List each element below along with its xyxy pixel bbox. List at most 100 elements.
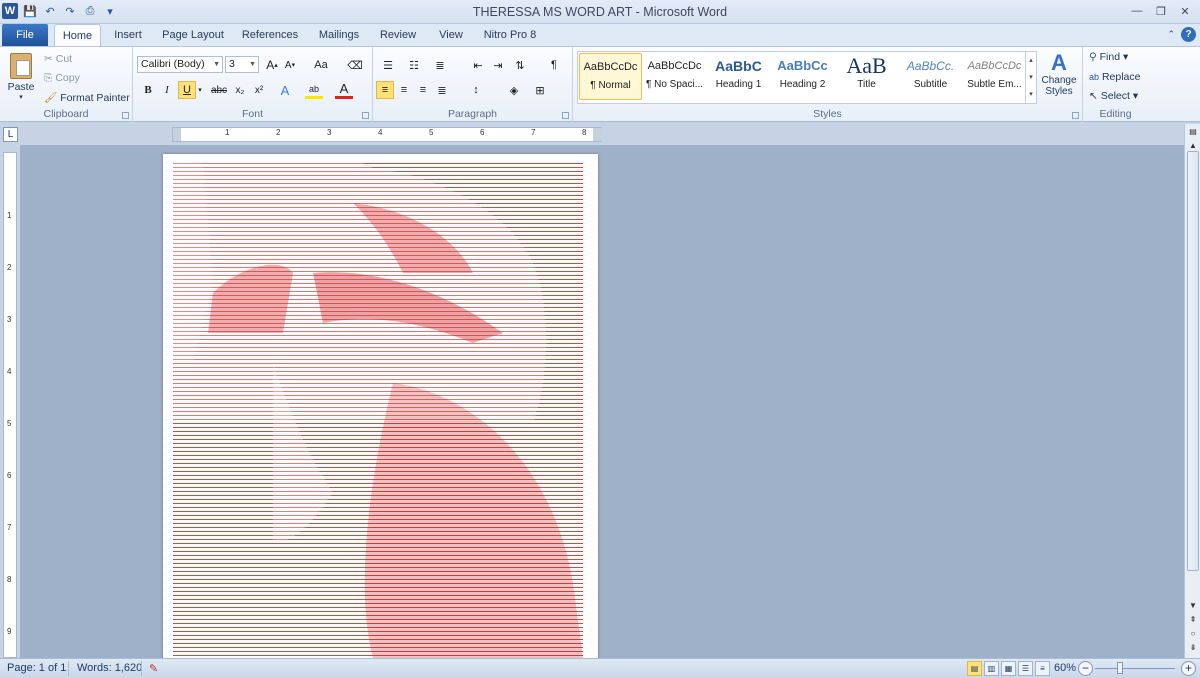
copy-button[interactable]: ⎘ Copy	[44, 72, 80, 85]
replace-button[interactable]: ab Replace	[1089, 71, 1140, 83]
font-size-value: 3	[229, 58, 235, 70]
line-spacing-icon[interactable]: ↕	[467, 81, 485, 99]
style-name: Subtitle	[913, 79, 948, 90]
proofing-icon[interactable]: ✎	[149, 662, 158, 675]
zoom-level[interactable]: 60%	[1054, 662, 1076, 674]
full-screen-reading-icon[interactable]: ▥	[984, 661, 999, 676]
show-marks-button[interactable]: ¶	[545, 56, 563, 74]
style-name: ¶ Normal	[590, 80, 631, 91]
print-layout-icon[interactable]: ▤	[967, 661, 982, 676]
restore-icon[interactable]: ❐	[1150, 3, 1172, 19]
window-controls: — ❐ ✕	[1126, 3, 1196, 19]
font-size-select[interactable]: 3 ▼	[225, 56, 259, 73]
styles-launcher-icon[interactable]	[1072, 112, 1079, 119]
underline-dropdown-icon[interactable]: ▾	[196, 81, 204, 99]
bold-button[interactable]: B	[139, 81, 157, 99]
tab-selector[interactable]: L	[3, 127, 18, 142]
web-layout-icon[interactable]: ▦	[1001, 661, 1016, 676]
tab-nitro-pro[interactable]: Nitro Pro 8	[480, 24, 540, 46]
grow-font-button[interactable]: A ▴	[263, 56, 281, 74]
format-painter-button[interactable]: 🖌 Format Painter	[44, 91, 130, 104]
numbering-icon[interactable]: ☷	[405, 56, 423, 74]
zoom-slider-thumb[interactable]	[1117, 662, 1123, 674]
scrollbar-thumb[interactable]	[1187, 151, 1199, 571]
change-case-button[interactable]: Aa	[309, 56, 333, 74]
clear-formatting-icon[interactable]: ⌫	[345, 56, 365, 74]
portrait-shading	[173, 163, 583, 658]
style-heading-2[interactable]: AaBbCc Heading 2	[771, 53, 834, 100]
subscript-button[interactable]: x₂	[231, 81, 249, 99]
ruler-toggle-icon[interactable]: ▤	[1186, 126, 1200, 138]
vertical-ruler[interactable]: 1 2 3 4 5 6 7 8 9	[3, 152, 17, 658]
style-subtitle[interactable]: AaBbCc. Subtitle	[899, 53, 962, 100]
tab-page-layout[interactable]: Page Layout	[158, 24, 228, 46]
ruler-number: 2	[276, 128, 281, 137]
zoom-out-icon[interactable]: −	[1078, 661, 1093, 676]
document-page[interactable]	[163, 154, 598, 674]
paragraph-launcher-icon[interactable]	[562, 112, 569, 119]
minimize-ribbon-icon[interactable]: ⌃	[1167, 29, 1175, 40]
tab-file[interactable]: File	[2, 24, 48, 46]
align-left-icon[interactable]: ≡	[376, 81, 394, 99]
browse-object-icon[interactable]: ○	[1186, 628, 1200, 640]
style-heading-1[interactable]: AaBbC Heading 1	[707, 53, 770, 100]
shading-icon[interactable]: ◈	[505, 81, 523, 99]
paste-button[interactable]: Paste ▾	[6, 51, 36, 103]
outline-icon[interactable]: ☰	[1018, 661, 1033, 676]
change-styles-button[interactable]: A Change Styles	[1040, 51, 1078, 105]
paragraph-group-label: Paragraph	[447, 108, 498, 120]
close-icon[interactable]: ✕	[1174, 3, 1196, 19]
increase-indent-icon[interactable]: ⇥	[489, 56, 507, 74]
help-icon[interactable]: ?	[1181, 27, 1196, 42]
zoom-in-icon[interactable]: +	[1181, 661, 1196, 676]
tab-review[interactable]: Review	[376, 24, 420, 46]
page-count[interactable]: Page: 1 of 1	[7, 662, 66, 674]
style-title[interactable]: AaB Title	[835, 53, 898, 100]
clipboard-launcher-icon[interactable]	[122, 112, 129, 119]
sort-icon[interactable]: ⇅	[511, 56, 529, 74]
justify-icon[interactable]: ≣	[433, 81, 451, 99]
bullets-icon[interactable]: ☰	[379, 56, 397, 74]
previous-page-icon[interactable]: ⇞	[1186, 614, 1200, 626]
window-title: THERESSA MS WORD ART - Microsoft Word	[472, 5, 728, 19]
word-count[interactable]: Words: 1,620	[77, 662, 142, 674]
font-color-icon[interactable]: A	[335, 81, 353, 99]
superscript-button[interactable]: x²	[250, 81, 268, 99]
select-button[interactable]: ↖ Select ▾	[1089, 90, 1138, 102]
gallery-scroll[interactable]: ▴ ▾ ▾	[1025, 52, 1036, 103]
text-effects-icon[interactable]: A	[276, 81, 294, 99]
find-button[interactable]: ⚲ Find ▾	[1089, 51, 1128, 63]
multilevel-list-icon[interactable]: ≣	[431, 56, 449, 74]
shrink-font-button[interactable]: A ▾	[281, 56, 299, 74]
style-name: Heading 2	[779, 79, 826, 90]
tab-mailings[interactable]: Mailings	[312, 24, 366, 46]
font-name-select[interactable]: Calibri (Body) ▼	[137, 56, 223, 73]
zoom-slider-track[interactable]	[1095, 668, 1175, 669]
align-right-icon[interactable]: ≡	[414, 81, 432, 99]
font-launcher-icon[interactable]	[362, 112, 369, 119]
replace-icon: ab	[1089, 72, 1100, 82]
underline-button[interactable]: U	[178, 81, 196, 99]
borders-icon[interactable]: ⊞	[531, 81, 549, 99]
tab-view[interactable]: View	[432, 24, 470, 46]
style-name: Subtle Em...	[967, 79, 1022, 90]
draft-icon[interactable]: ≡	[1035, 661, 1050, 676]
vertical-scrollbar[interactable]: ▤ ▲ ▼ ⇞ ○ ⇟	[1184, 124, 1200, 658]
tab-home[interactable]: Home	[54, 24, 101, 46]
style-normal[interactable]: AaBbCcDc ¶ Normal	[579, 53, 642, 100]
strikethrough-button[interactable]: abc	[208, 81, 230, 99]
style-subtle-emphasis[interactable]: AaBbCcDc Subtle Em...	[963, 53, 1026, 100]
cut-button[interactable]: ✂ Cut	[44, 53, 72, 65]
align-center-icon[interactable]: ≡	[395, 81, 413, 99]
horizontal-ruler[interactable]: 1 2 3 4 5 6 7 8	[172, 127, 602, 142]
tab-references[interactable]: References	[238, 24, 302, 46]
tab-insert[interactable]: Insert	[108, 24, 148, 46]
minimize-icon[interactable]: —	[1126, 3, 1148, 19]
highlight-icon[interactable]: ab	[305, 81, 323, 99]
ribbon: Paste ▾ ✂ Cut ⎘ Copy 🖌 Format Painter Cl…	[0, 46, 1200, 122]
decrease-indent-icon[interactable]: ⇤	[469, 56, 487, 74]
scroll-down-icon[interactable]: ▼	[1186, 600, 1200, 612]
style-no-spacing[interactable]: AaBbCcDc ¶ No Spaci...	[643, 53, 706, 100]
next-page-icon[interactable]: ⇟	[1186, 642, 1200, 654]
italic-button[interactable]: I	[158, 81, 176, 99]
